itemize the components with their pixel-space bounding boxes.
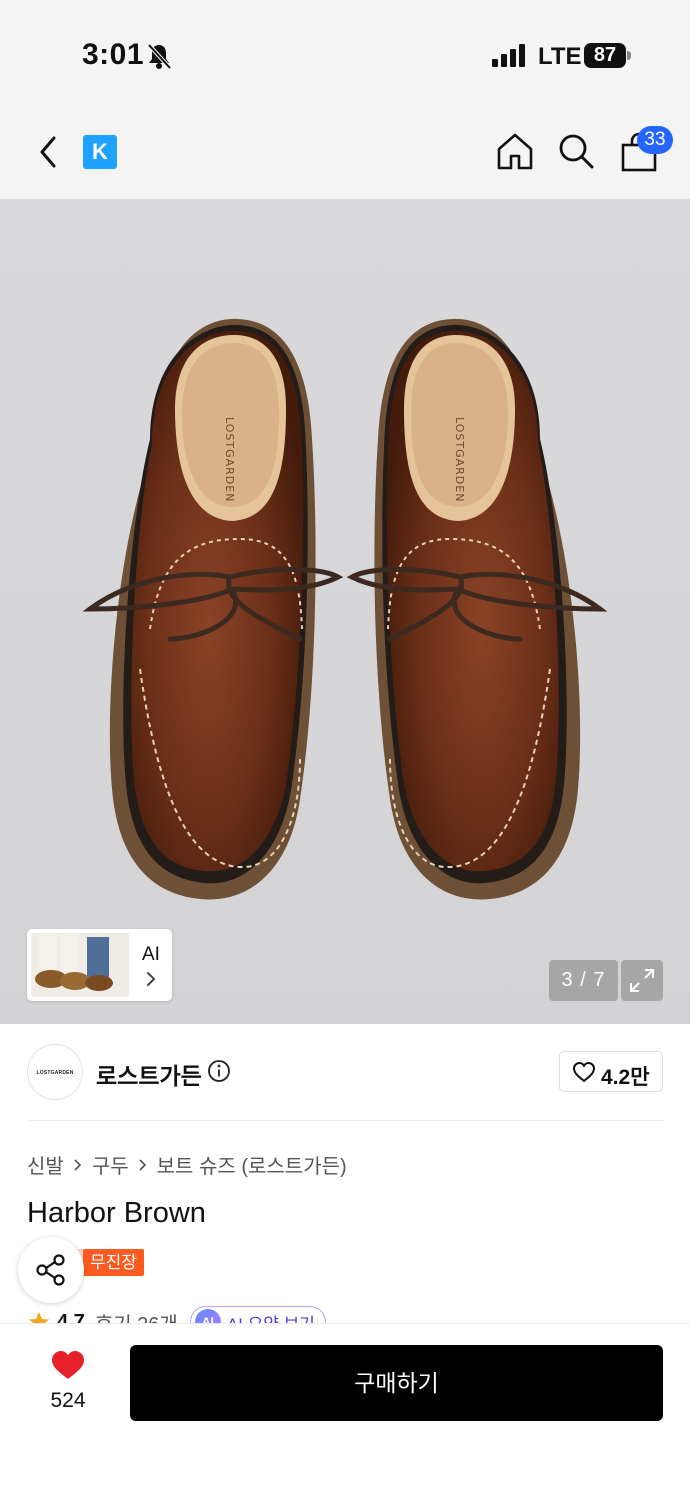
breadcrumb-item[interactable]: 구두 [92,1150,129,1179]
info-icon[interactable] [207,1059,231,1083]
expand-icon [630,969,654,992]
heart-outline-icon [572,1061,596,1083]
home-icon[interactable] [496,132,534,170]
share-icon [36,1254,65,1286]
chevron-right-icon [139,1158,146,1171]
ai-thumbnail-image [31,933,129,997]
product-image[interactable]: LOSTGARDEN LOSTGARDEN [0,199,690,1024]
expand-button[interactable] [621,960,663,1001]
chevron-right-icon [147,972,156,986]
ai-label: AI [142,944,160,965]
svg-text:LOSTGARDEN: LOSTGARDEN [453,417,466,502]
signal-icon [492,44,525,67]
heart-filled-icon[interactable] [50,1349,86,1381]
wishlist-count: 524 [50,1389,86,1412]
cart-count-badge: 33 [637,126,673,154]
chevron-right-icon [74,1158,81,1171]
event-badge: 무진장 [83,1249,144,1276]
buy-button[interactable]: 구매하기 [130,1345,663,1421]
brand-logo[interactable]: LOSTGARDEN [27,1044,83,1100]
top-nav: K [0,104,690,199]
brand-name[interactable]: 로스트가든 [96,1057,202,1091]
image-counter: 3 / 7 [549,960,618,1001]
status-time: 3:01 [82,38,145,71]
breadcrumb-item[interactable]: 보트 슈즈 (로스트가든) [157,1150,347,1179]
divider [27,1120,663,1121]
brand-like-button[interactable]: 4.2만 [559,1051,663,1092]
svg-text:LOSTGARDEN: LOSTGARDEN [223,417,236,502]
network-label: LTE [538,43,582,70]
search-icon[interactable] [557,132,595,170]
breadcrumb: 신발 구두 보트 슈즈 (로스트가든) [27,1150,347,1179]
battery-cap [627,51,631,60]
brand-like-count: 4.2만 [601,1066,650,1089]
breadcrumb-item[interactable]: 신발 [27,1150,64,1179]
share-button[interactable] [18,1237,84,1303]
product-photo-shoes: LOSTGARDEN LOSTGARDEN [82,318,608,900]
bell-muted-icon [147,43,172,70]
battery-indicator: 87 [584,43,626,68]
product-title: Harbor Brown [27,1197,206,1229]
thumbnail-photo [31,933,129,997]
back-icon[interactable] [34,134,62,170]
app-logo[interactable]: K [83,135,117,169]
